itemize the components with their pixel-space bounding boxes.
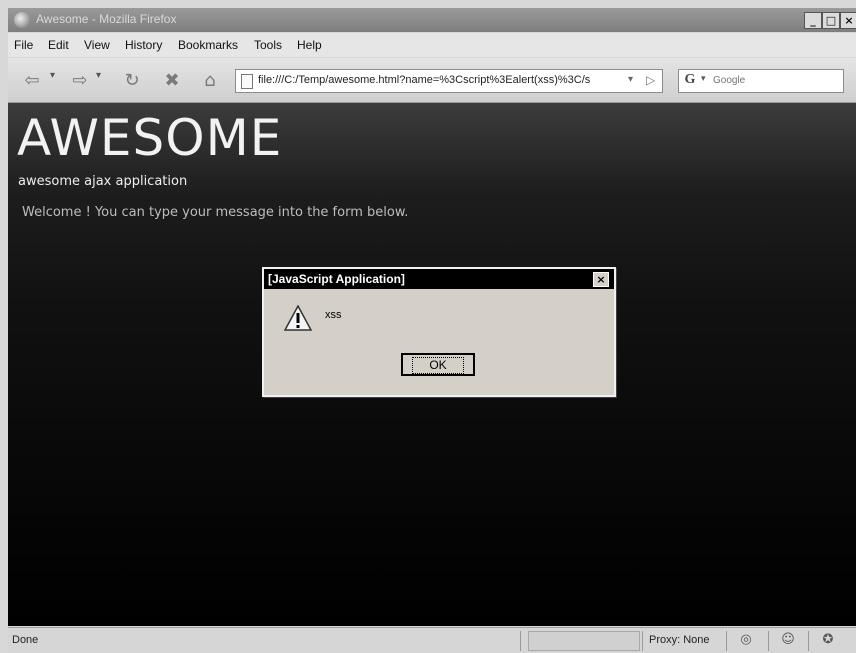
forward-dropdown-icon[interactable]: ▾ — [96, 70, 101, 81]
status-separator — [808, 631, 809, 651]
menu-tools[interactable]: Tools — [254, 38, 282, 52]
title-bar: Awesome - Mozilla Firefox _ □ × — [8, 8, 856, 32]
reload-icon[interactable]: ↻ — [118, 68, 146, 94]
back-dropdown-icon[interactable]: ▾ — [50, 70, 55, 81]
close-button[interactable]: × — [840, 12, 856, 29]
welcome-message: Welcome ! You can type your message into… — [22, 205, 409, 220]
alert-dialog: [JavaScript Application] × xss OK — [262, 267, 616, 397]
ok-button[interactable]: OK — [401, 353, 475, 376]
firefox-icon — [14, 12, 30, 28]
navigation-toolbar: ⇦ ▾ ⇨ ▾ ↻ ✖ ⌂ file:///C:/Temp/awesome.ht… — [8, 58, 856, 103]
progress-field — [528, 631, 640, 651]
dialog-title-bar: [JavaScript Application] × — [264, 269, 614, 289]
warning-icon — [284, 305, 312, 331]
go-icon[interactable]: ▷ — [646, 73, 655, 87]
google-engine-icon[interactable]: G — [682, 72, 698, 88]
menu-file[interactable]: File — [14, 38, 33, 52]
stop-icon[interactable]: ✖ — [158, 68, 186, 94]
menu-help[interactable]: Help — [297, 38, 322, 52]
window-title: Awesome - Mozilla Firefox — [36, 12, 177, 26]
proxy-status[interactable]: Proxy: None — [649, 634, 710, 646]
menu-view[interactable]: View — [84, 38, 110, 52]
status-separator — [726, 631, 727, 651]
back-icon[interactable]: ⇦ — [18, 68, 46, 94]
dialog-title: [JavaScript Application] — [268, 272, 405, 286]
page-subtitle: awesome ajax application — [18, 174, 188, 189]
smiley-icon[interactable]: ☺ — [780, 632, 796, 648]
status-bar: Done Proxy: None ◎ ☺ ✪ — [8, 627, 856, 653]
dialog-close-button[interactable]: × — [593, 272, 609, 287]
dialog-message: xss — [325, 309, 342, 321]
address-bar[interactable]: file:///C:/Temp/awesome.html?name=%3Cscr… — [235, 69, 663, 93]
status-separator — [768, 631, 769, 651]
search-input[interactable] — [713, 72, 837, 88]
page-icon — [241, 74, 253, 89]
home-icon[interactable]: ⌂ — [196, 68, 224, 94]
forward-icon[interactable]: ⇨ — [66, 68, 94, 94]
menu-history[interactable]: History — [125, 38, 162, 52]
maximize-button[interactable]: □ — [822, 12, 840, 29]
browser-window: Awesome - Mozilla Firefox _ □ × File Edi… — [0, 0, 856, 653]
status-text: Done — [12, 634, 39, 646]
status-separator — [520, 631, 521, 651]
url-text[interactable]: file:///C:/Temp/awesome.html?name=%3Cscr… — [258, 74, 622, 86]
security-icon[interactable]: ◎ — [738, 632, 754, 648]
minimize-button[interactable]: _ — [804, 12, 822, 29]
engine-dropdown-icon[interactable]: ▾ — [701, 74, 706, 84]
menu-edit[interactable]: Edit — [48, 38, 69, 52]
page-title: AWESOME — [17, 109, 283, 167]
menu-bar: File Edit View History Bookmarks Tools H… — [8, 33, 856, 57]
menu-bookmarks[interactable]: Bookmarks — [178, 38, 238, 52]
ok-button-label: OK — [412, 357, 464, 374]
status-separator — [642, 631, 643, 651]
addon-status-icon[interactable]: ✪ — [820, 632, 836, 648]
url-history-dropdown-icon[interactable]: ▾ — [628, 74, 633, 85]
search-bar[interactable]: G ▾ — [678, 69, 844, 93]
